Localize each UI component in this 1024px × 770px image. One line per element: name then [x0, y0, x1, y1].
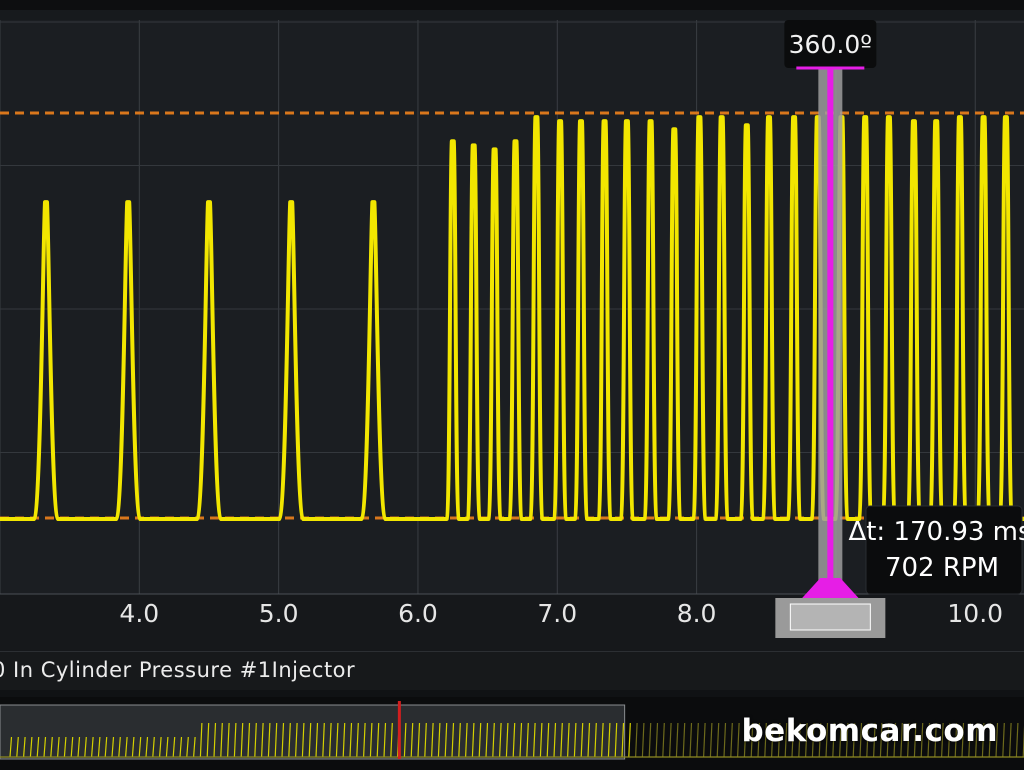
top-bar: [0, 0, 1024, 10]
x-tick-label: 6.0: [398, 599, 438, 628]
pressure-peak-point: [720, 115, 724, 119]
x-tick-label: 5.0: [259, 599, 299, 628]
pressure-peak-point: [767, 115, 771, 119]
overview-window: [0, 704, 626, 760]
pressure-peak-point: [912, 119, 916, 123]
scope-chart[interactable]: 360.0º ) 4.0 5.0 6.0 7.0 8.0 10.0 Δt: 170.93 m…: [0, 0, 1024, 651]
x-tick-label: 7.0: [537, 599, 577, 628]
pressure-peak-point: [887, 115, 891, 119]
pressure-peak-point: [493, 147, 497, 151]
x-tick-label: 8.0: [677, 599, 717, 628]
x-tick-label: 10.0: [947, 599, 1003, 628]
pressure-peak-point: [126, 200, 130, 204]
channel-name: 0 In Cylinder Pressure #1Injector: [0, 658, 356, 682]
channel-bar[interactable]: 0 In Cylinder Pressure #1Injector: [0, 651, 1024, 690]
cursor-angle-label: 360.0º: [789, 30, 872, 59]
pressure-peak-point: [649, 119, 653, 123]
pressure-peak-point: [1004, 115, 1008, 119]
pressure-peak-point: [792, 115, 796, 119]
pressure-peak-point: [289, 200, 293, 204]
delta-time-value: Δt: 170.93 ms: [848, 517, 1024, 547]
pressure-peak-point: [534, 115, 538, 119]
pressure-peak-point: [863, 115, 867, 119]
pressure-peak-point: [472, 143, 476, 147]
pressure-peak-point: [982, 115, 986, 119]
watermark: bekomcar.com: [741, 713, 998, 749]
pressure-peak-point: [625, 119, 629, 123]
cursor-id-tag: [789, 603, 871, 631]
pressure-peak-point: [451, 139, 455, 143]
pressure-peak-point: [745, 123, 749, 127]
pressure-peak-point: [672, 127, 676, 131]
pressure-peak-point: [579, 119, 583, 123]
x-tick-label: 4.0: [119, 599, 159, 628]
delta-readout: Δt: 170.93 ms 702 RPM: [848, 505, 1024, 595]
rpm-value: 702 RPM: [885, 553, 999, 583]
pressure-peak-point: [958, 115, 962, 119]
pressure-peak-point: [44, 200, 48, 204]
pressure-peak-point: [207, 200, 211, 204]
pressure-peak-point: [558, 119, 562, 123]
pressure-peak-point: [603, 119, 607, 123]
pressure-peak-point: [513, 139, 517, 143]
pressure-peak-point: [371, 200, 375, 204]
pressure-peak-point: [697, 115, 701, 119]
pressure-peak-point: [934, 119, 938, 123]
x-tick-label: ): [0, 599, 1, 628]
